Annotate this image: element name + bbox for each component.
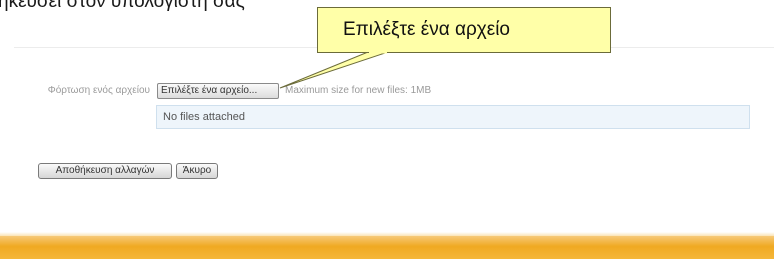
callout-pointer-join [369, 51, 387, 54]
